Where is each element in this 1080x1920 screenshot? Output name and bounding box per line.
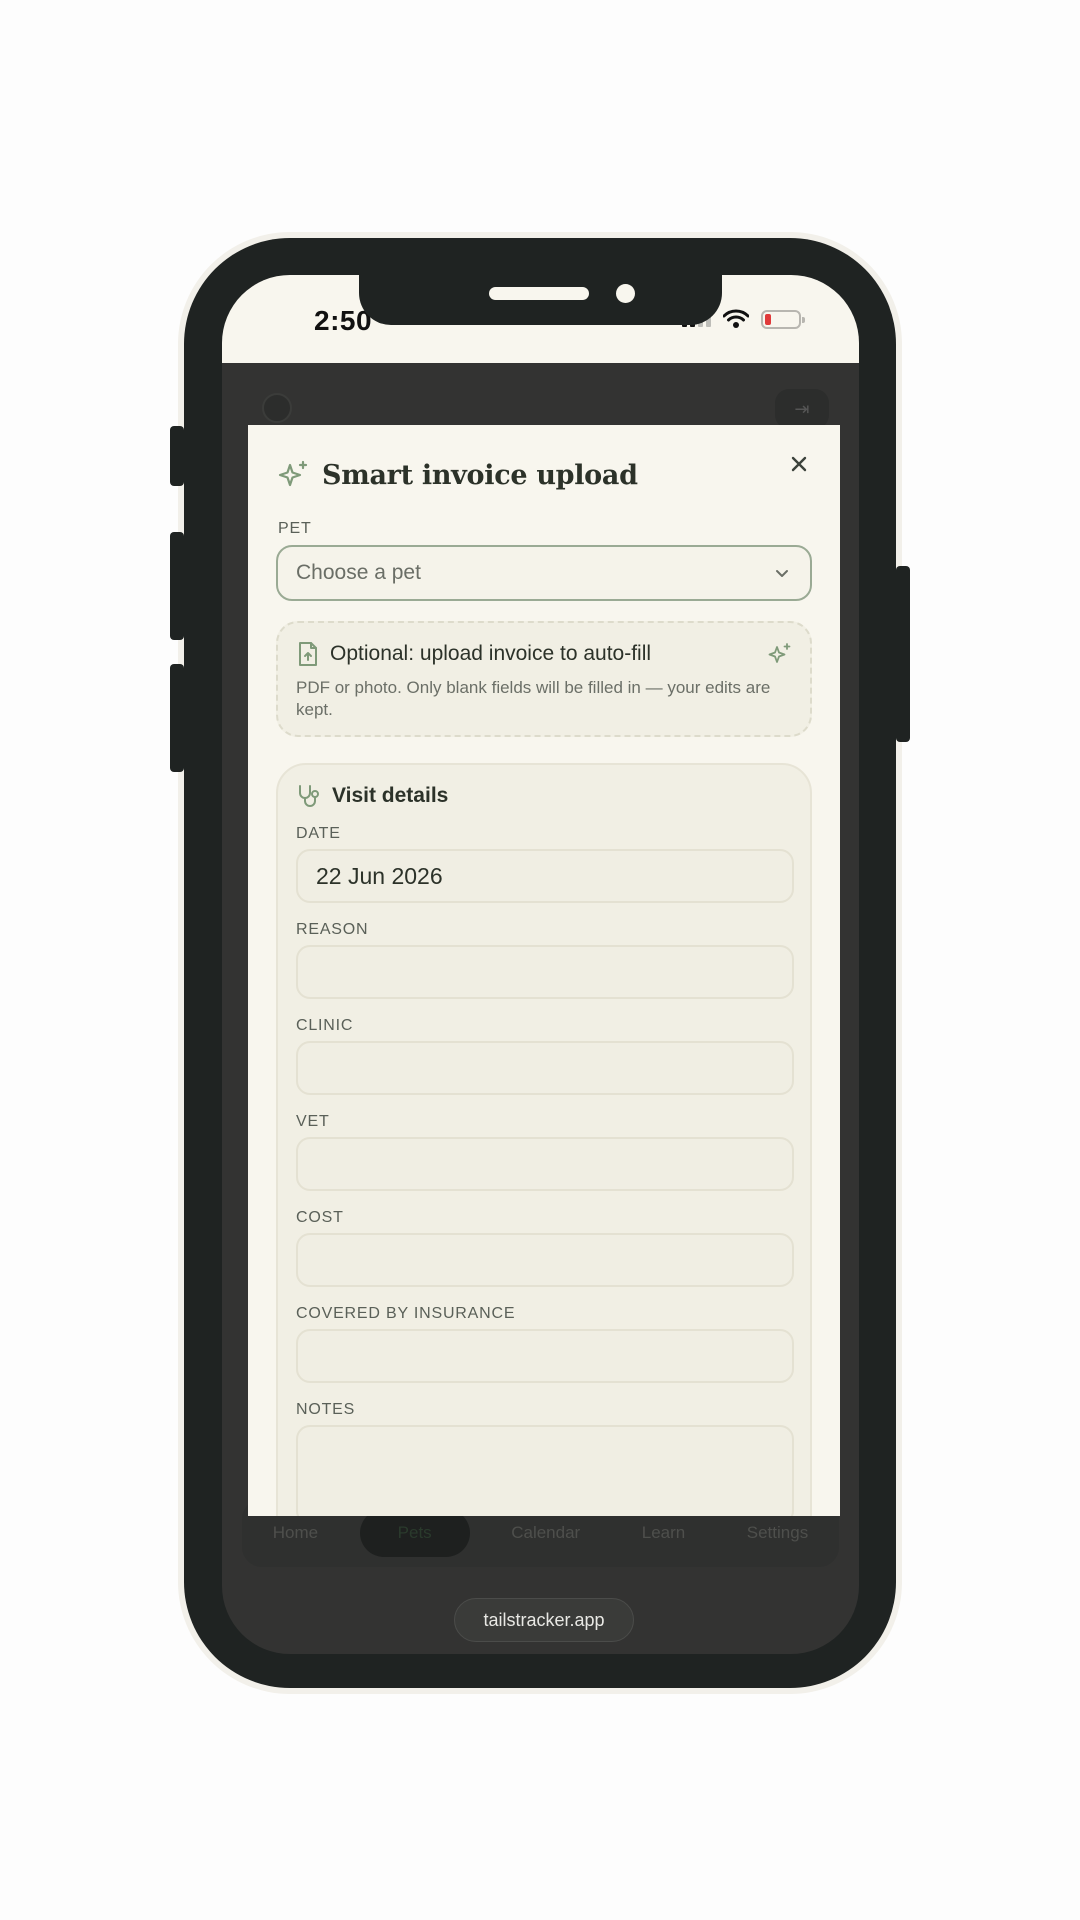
cost-label: COST <box>296 1209 344 1226</box>
insurance-field[interactable] <box>296 1329 794 1383</box>
battery-icon <box>761 309 805 329</box>
smart-invoice-modal: Smart invoice upload PET Choose a pet Op… <box>248 425 840 1516</box>
modal-title: Smart invoice upload <box>322 459 638 491</box>
vet-label: VET <box>296 1113 330 1130</box>
power-button <box>896 566 910 742</box>
insurance-label: COVERED BY INSURANCE <box>296 1305 516 1322</box>
sparkles-icon <box>278 460 308 487</box>
volume-up-button <box>170 532 184 640</box>
avatar <box>262 393 292 423</box>
clinic-label: CLINIC <box>296 1017 354 1034</box>
modal-header: Smart invoice upload <box>278 459 638 491</box>
nav-item-calendar[interactable]: Calendar <box>491 1511 600 1555</box>
upload-title: Optional: upload invoice to auto-fill <box>330 642 652 665</box>
status-bar: 2:50 <box>222 275 859 363</box>
visit-details-header: Visit details <box>296 783 792 809</box>
speaker-grille <box>489 287 589 300</box>
reason-label: REASON <box>296 921 369 938</box>
close-button[interactable] <box>784 449 814 479</box>
nav-item-pets[interactable]: Pets <box>359 1509 470 1557</box>
nav-item-home[interactable]: Home <box>253 1511 338 1555</box>
cost-field[interactable] <box>296 1233 794 1287</box>
reason-field[interactable] <box>296 945 794 999</box>
phone-screen: 2:50 ⇥ Home Pets Calendar Learn Settings… <box>222 275 859 1654</box>
stethoscope-icon <box>299 785 319 807</box>
volume-down-button <box>170 664 184 772</box>
clinic-field[interactable] <box>296 1041 794 1095</box>
nav-item-settings[interactable]: Settings <box>727 1511 828 1555</box>
chevron-down-icon <box>776 570 788 577</box>
mute-switch <box>170 426 184 486</box>
notes-field[interactable] <box>296 1425 794 1516</box>
pet-select-placeholder: Choose a pet <box>296 561 421 584</box>
notch <box>359 275 722 325</box>
vet-field[interactable] <box>296 1137 794 1191</box>
front-camera <box>616 284 635 303</box>
visit-details-title: Visit details <box>332 784 449 807</box>
pet-label: PET <box>278 520 312 537</box>
logout-icon: ⇥ <box>775 389 829 429</box>
url-bar[interactable]: tailstracker.app <box>454 1598 634 1642</box>
invoice-upload-dropzone[interactable]: Optional: upload invoice to auto-fill PD… <box>276 621 812 737</box>
upload-title-row: Optional: upload invoice to auto-fill <box>296 641 792 667</box>
visit-details-card: Visit details DATE 22 Jun 2026 REASON CL… <box>276 763 812 1516</box>
date-label: DATE <box>296 825 341 842</box>
sparkles-icon <box>768 643 791 663</box>
file-upload-icon <box>299 642 317 666</box>
close-icon <box>791 456 807 472</box>
notes-label: NOTES <box>296 1401 356 1418</box>
date-field[interactable]: 22 Jun 2026 <box>296 849 794 903</box>
wifi-icon <box>723 309 749 328</box>
upload-description: PDF or photo. Only blank fields will be … <box>296 678 771 719</box>
pet-select[interactable]: Choose a pet <box>276 545 812 601</box>
nav-item-learn[interactable]: Learn <box>622 1511 705 1555</box>
